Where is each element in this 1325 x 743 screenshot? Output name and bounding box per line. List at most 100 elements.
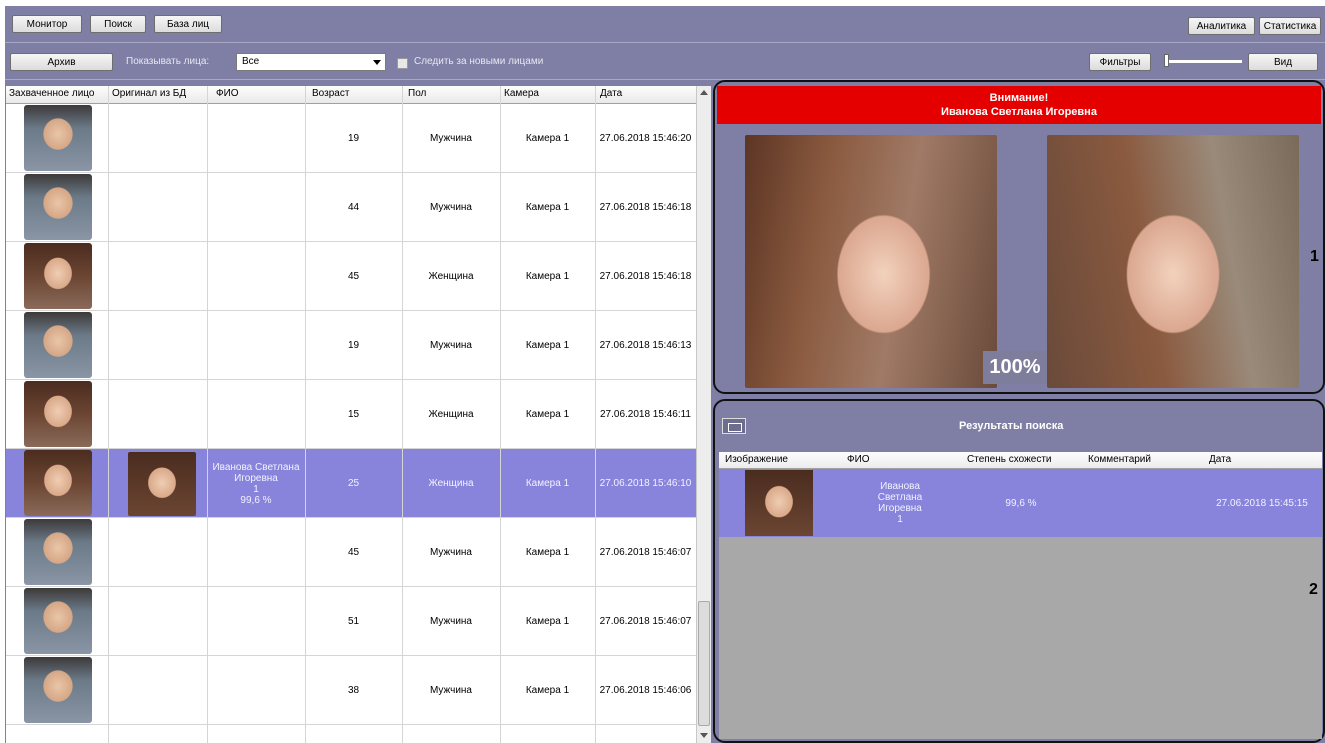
match-percent-badge: 100%: [983, 351, 1047, 384]
statistics-button[interactable]: Статистика: [1259, 17, 1321, 35]
result-row[interactable]: Иванова Светлана Игоревна 1 99,6 % 27.06…: [719, 469, 1322, 537]
table-row[interactable]: 51 Мужчина Камера 1 27.06.2018 15:46:07: [6, 587, 696, 656]
table-row[interactable]: 19 Мужчина Камера 1 27.06.2018 15:46:20: [6, 104, 696, 173]
column-divider: [207, 86, 208, 743]
events-grid-scrollbar[interactable]: [696, 86, 711, 743]
print-icon[interactable]: [722, 418, 746, 434]
follow-new-faces-label: Следить за новыми лицами: [414, 56, 544, 67]
captured-face-thumbnail: [24, 450, 92, 516]
col-date[interactable]: Дата: [1209, 454, 1231, 465]
col-age[interactable]: Возраст: [312, 88, 349, 99]
zoom-slider-thumb[interactable]: [1164, 54, 1169, 67]
age-cell: 45: [347, 547, 360, 558]
alert-title: Внимание!: [989, 92, 1049, 104]
gender-cell: Мужчина: [429, 340, 472, 351]
age-cell: 44: [347, 202, 360, 213]
captured-face-image: [745, 135, 997, 388]
date-cell: 27.06.2018 15:46:07: [599, 547, 692, 558]
analytics-button[interactable]: Аналитика: [1188, 17, 1255, 35]
fio-line: 1: [253, 483, 259, 495]
date-cell: 27.06.2018 15:46:07: [599, 616, 692, 627]
date-cell: 27.06.2018 15:46:06: [599, 685, 692, 696]
gender-cell: Мужчина: [429, 616, 472, 627]
col-db-original[interactable]: Оригинал из БД: [112, 88, 186, 99]
monitor-button[interactable]: Монитор: [12, 15, 82, 33]
follow-new-faces-checkbox[interactable]: [397, 58, 408, 69]
table-row[interactable]: 45 Мужчина Камера 1 27.06.2018 15:46:07: [6, 518, 696, 587]
col-similarity[interactable]: Степень схожести: [967, 454, 1052, 465]
date-cell: 27.06.2018 15:46:13: [599, 340, 692, 351]
camera-cell: Камера 1: [525, 271, 570, 282]
gender-cell: Мужчина: [429, 202, 472, 213]
search-button[interactable]: Поиск: [90, 15, 146, 33]
results-grid-header: Изображение ФИО Степень схожести Коммент…: [719, 452, 1322, 469]
column-divider: [108, 86, 109, 743]
result-comment: [1082, 469, 1202, 537]
result-similarity: 99,6 %: [1005, 497, 1037, 509]
toolbar-separator: [5, 42, 1325, 43]
age-cell: 38: [347, 685, 360, 696]
events-grid-header: Захваченное лицо Оригинал из БД ФИО Возр…: [6, 86, 696, 104]
result-face-image: [745, 470, 813, 536]
age-cell: 45: [347, 271, 360, 282]
date-cell: 27.06.2018 15:46:20: [599, 133, 692, 144]
col-comment[interactable]: Комментарий: [1088, 454, 1151, 465]
table-row[interactable]: Иванова Светлана Игоревна 1 99,6 % 25 Женщина…: [6, 449, 696, 518]
table-row[interactable]: 38 Мужчина Камера 1 27.06.2018 15:46:06: [6, 656, 696, 725]
filters-button[interactable]: Фильтры: [1089, 53, 1151, 71]
col-captured-face[interactable]: Захваченное лицо: [9, 88, 94, 99]
camera-cell: Камера 1: [525, 478, 570, 489]
gender-cell: Мужчина: [429, 547, 472, 558]
panel-marker-1: 1: [1310, 248, 1319, 265]
zoom-slider-track[interactable]: [1167, 60, 1242, 63]
col-fio[interactable]: ФИО: [847, 454, 870, 465]
column-divider: [305, 86, 306, 743]
gender-cell: Мужчина: [429, 685, 472, 696]
scrollbar-thumb[interactable]: [698, 601, 710, 726]
column-divider: [402, 86, 403, 743]
alert-banner: Внимание! Иванова Светлана Игоревна: [717, 86, 1321, 124]
face-db-button[interactable]: База лиц: [154, 15, 222, 33]
view-button[interactable]: Вид: [1248, 53, 1318, 71]
table-row[interactable]: 44 Мужчина Камера 1 27.06.2018 15:46:18: [6, 173, 696, 242]
col-gender[interactable]: Пол: [408, 88, 426, 99]
col-fio[interactable]: ФИО: [216, 88, 239, 99]
age-cell: 19: [347, 133, 360, 144]
captured-face-thumbnail: [24, 588, 92, 654]
result-date: 27.06.2018 15:45:15: [1216, 497, 1308, 509]
gender-cell: Женщина: [428, 478, 474, 489]
camera-cell: Камера 1: [525, 685, 570, 696]
scroll-down-icon[interactable]: [700, 733, 708, 738]
archive-button[interactable]: Архив: [10, 53, 113, 71]
db-original-thumbnail: [128, 452, 196, 516]
fio-line: Иванова Светлана: [212, 461, 300, 473]
date-cell: 27.06.2018 15:46:11: [599, 409, 691, 420]
captured-face-thumbnail: [24, 105, 92, 171]
captured-face-thumbnail: [24, 657, 92, 723]
show-faces-label: Показывать лица:: [126, 56, 210, 67]
result-fio-line: 1: [897, 514, 903, 525]
show-faces-select[interactable]: Все: [236, 53, 386, 71]
database-face-image: [1047, 135, 1299, 388]
scroll-up-icon[interactable]: [700, 90, 708, 95]
table-row[interactable]: 45 Женщина Камера 1 27.06.2018 15:46:18: [6, 242, 696, 311]
camera-cell: Камера 1: [525, 409, 570, 420]
column-divider: [500, 86, 501, 743]
results-grid: Изображение ФИО Степень схожести Коммент…: [719, 452, 1322, 739]
col-camera[interactable]: Камера: [504, 88, 539, 99]
gender-cell: Женщина: [428, 271, 474, 282]
age-cell: 19: [347, 340, 360, 351]
captured-face-thumbnail: [24, 243, 92, 309]
col-image[interactable]: Изображение: [725, 454, 788, 465]
age-cell: 15: [347, 409, 360, 420]
col-date[interactable]: Дата: [600, 88, 622, 99]
result-fio-line: Иванова: [880, 481, 920, 492]
age-cell: 51: [347, 616, 360, 627]
camera-cell: Камера 1: [525, 547, 570, 558]
camera-cell: Камера 1: [525, 133, 570, 144]
table-row[interactable]: 19 Мужчина Камера 1 27.06.2018 15:46:13: [6, 311, 696, 380]
table-row[interactable]: 15 Женщина Камера 1 27.06.2018 15:46:11: [6, 380, 696, 449]
date-cell: 27.06.2018 15:46:18: [599, 202, 692, 213]
captured-face-thumbnail: [24, 174, 92, 240]
events-grid: Захваченное лицо Оригинал из БД ФИО Возр…: [6, 86, 696, 743]
